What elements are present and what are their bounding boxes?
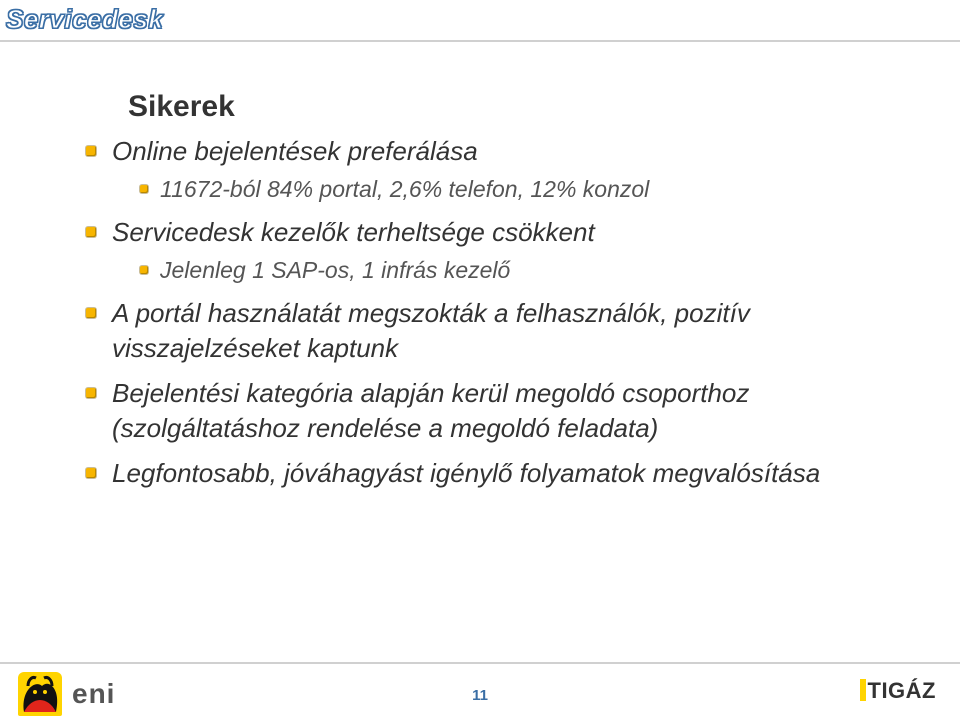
tigaz-bar-icon [860, 679, 866, 701]
bullet-item: Legfontosabb, jóváhagyást igénylő folyam… [80, 456, 900, 491]
sub-bullet-list: 11672-ból 84% portal, 2,6% telefon, 12% … [112, 175, 900, 205]
eni-brand-text: eni [72, 678, 115, 710]
bullet-item: A portál használatát megszokták a felhas… [80, 296, 900, 366]
eni-logo: eni [18, 672, 115, 716]
slide: Servicedesk Sikerek Online bejelentések … [0, 0, 960, 722]
header-divider [0, 40, 960, 42]
bullet-item: Online bejelentések preferálása 11672-bó… [80, 134, 900, 205]
dog-icon [18, 672, 62, 716]
bullet-text: Servicedesk kezelők terheltsége csökkent [112, 217, 595, 247]
eni-dog-icon [18, 672, 62, 716]
bullet-item: Servicedesk kezelők terheltsége csökkent… [80, 215, 900, 286]
slide-content: Sikerek Online bejelentések preferálása … [80, 90, 900, 501]
sub-bullet-item: Jelenleg 1 SAP-os, 1 infrás kezelő [112, 256, 900, 286]
tigaz-logo: TIGÁZ [860, 676, 937, 704]
bullet-list: Online bejelentések preferálása 11672-bó… [80, 134, 900, 491]
slide-header-title: Servicedesk [6, 4, 163, 35]
sub-bullet-item: 11672-ból 84% portal, 2,6% telefon, 12% … [112, 175, 900, 205]
section-title: Sikerek [128, 90, 900, 124]
tigaz-brand-text: TIGÁZ [868, 678, 937, 704]
bullet-item: Bejelentési kategória alapján kerül mego… [80, 376, 900, 446]
bullet-text: Online bejelentések preferálása [112, 136, 478, 166]
page-number: 11 [472, 687, 488, 704]
footer-divider [0, 662, 960, 664]
sub-bullet-list: Jelenleg 1 SAP-os, 1 infrás kezelő [112, 256, 900, 286]
